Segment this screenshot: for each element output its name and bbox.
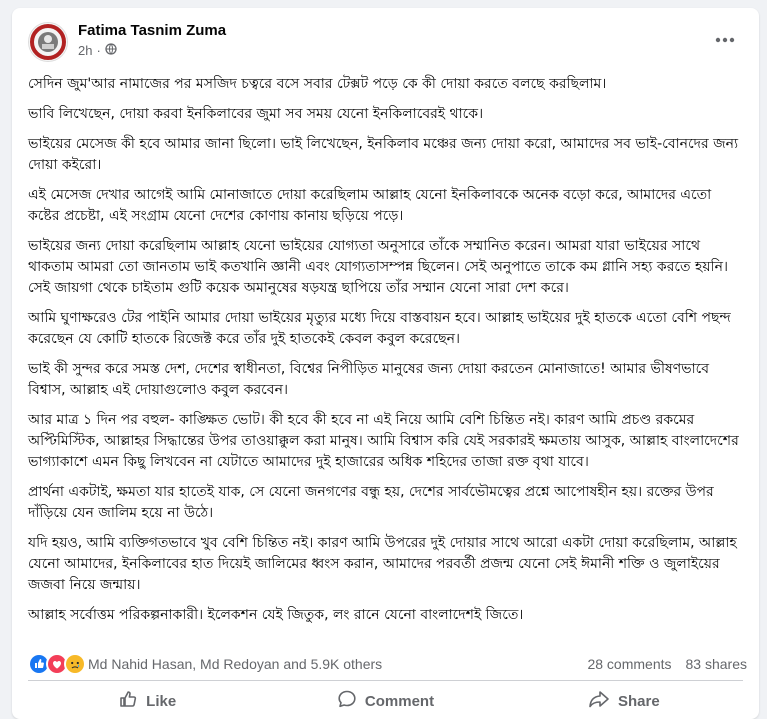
share-icon	[588, 689, 610, 713]
reactors-text[interactable]: Md Nahid Hasan, Md Redoyan and 5.9K othe…	[88, 656, 382, 672]
comment-button[interactable]: Comment	[266, 683, 504, 719]
post-card: Fatima Tasnim Zuma 2h · সেদিন জুম'আর নাম…	[12, 8, 759, 719]
post-paragraph: প্রার্থনা একটাই, ক্ষমতা যার হাতেই যাক, স…	[28, 484, 714, 521]
post-time[interactable]: 2h	[78, 43, 92, 58]
sad-reaction-icon	[64, 653, 86, 675]
author-name[interactable]: Fatima Tasnim Zuma	[78, 22, 226, 39]
reactions-bar: Md Nahid Hasan, Md Redoyan and 5.9K othe…	[28, 653, 747, 675]
post-body: সেদিন জুম'আর নামাজের পর মসজিদ চত্বরে বসে…	[28, 74, 746, 635]
comment-icon	[337, 689, 357, 713]
post-meta: 2h ·	[78, 43, 117, 58]
comments-count[interactable]: 28 comments	[587, 656, 671, 672]
post-paragraph: ভাবি লিখেছেন, দোয়া করবা ইনকিলাবের জুমা …	[28, 106, 484, 122]
thumbs-up-icon	[118, 689, 138, 713]
post-paragraph: আর মাত্র ১ দিন পর বহুল- কাঙ্ক্ষিত ভোট। ক…	[28, 412, 739, 470]
comment-label: Comment	[364, 692, 435, 710]
globe-icon	[105, 43, 117, 58]
post-paragraph: আল্লাহ সর্বোত্তম পরিকল্পনাকারী। ইলেকশন য…	[28, 607, 524, 623]
shares-count[interactable]: 83 shares	[686, 656, 747, 672]
divider	[28, 680, 743, 681]
reaction-icons[interactable]	[28, 653, 86, 675]
post-paragraph: ভাই কী সুন্দর করে সমস্ত দেশ, দেশের স্বাধ…	[28, 361, 710, 398]
post-paragraph: আমি ঘুণাক্ষরেও টের পাইনি আমার দোয়া ভাইয…	[28, 310, 731, 347]
post-paragraph: ভাইয়ের জন্য দোয়া করেছিলাম আল্লাহ যেনো …	[28, 238, 728, 296]
like-button[interactable]: Like	[28, 683, 266, 719]
share-label: Share	[617, 692, 660, 710]
more-icon	[715, 37, 735, 43]
post-paragraph: সেদিন জুম'আর নামাজের পর মসজিদ চত্বরে বসে…	[28, 76, 607, 92]
post-paragraph: যদি হয়ও, আমি ব্যক্তিগতভাবে খুব বেশি চিন…	[28, 535, 737, 593]
share-button[interactable]: Share	[505, 683, 743, 719]
post-paragraph: ভাইয়ের মেসেজ কী হবে আমার জানা ছিলো। ভাই…	[28, 136, 739, 173]
more-options-button[interactable]	[707, 26, 743, 54]
post-paragraph: এই মেসেজ দেখার আগেই আমি মোনাজাতে দোয়া ক…	[28, 187, 712, 224]
action-bar: Like Comment Share	[28, 683, 743, 719]
like-label: Like	[146, 692, 177, 710]
post-header: Fatima Tasnim Zuma 2h ·	[12, 8, 759, 72]
avatar[interactable]	[28, 22, 68, 62]
